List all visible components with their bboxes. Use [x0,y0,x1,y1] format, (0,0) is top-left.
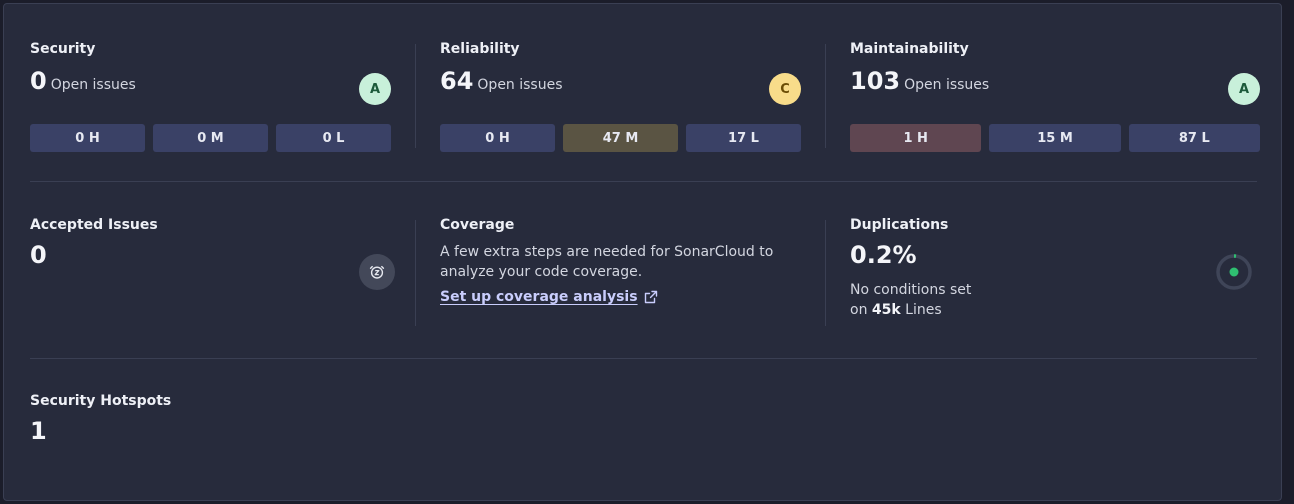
duplications-donut [1214,252,1254,292]
security-count-label: Open issues [50,77,136,93]
divider [415,44,416,148]
accepted-issues-title: Accepted Issues [30,217,158,233]
duplications-note-prefix: on [850,302,868,318]
security-hotspots-count[interactable]: 1 [30,416,47,446]
duplications-value-line: 0.2% [850,240,1260,270]
hotspots-row: Security Hotspots 1 [30,392,1257,452]
duplications-note-line1: No conditions set [850,282,972,298]
reliability-grade-badge[interactable]: C [769,73,801,105]
accepted-issues-card[interactable]: Accepted Issues 0 [30,216,395,336]
security-card[interactable]: Security 0 Open issues A 0 H 0 M 0 L [30,40,391,152]
maintainability-low-pill[interactable]: 87 L [1128,124,1260,152]
reliability-count-line: 64 Open issues [440,66,801,96]
accepted-issues-count[interactable]: 0 [30,240,47,270]
duplications-title: Duplications [850,217,949,233]
maintainability-count-line: 103 Open issues [850,66,1260,96]
duplications-value[interactable]: 0.2% [850,240,917,270]
setup-coverage-link[interactable]: Set up coverage analysis [440,289,658,305]
duplications-note-line2: on 45k Lines [850,300,1260,320]
metrics-row: Accepted Issues 0 Coverage A few extra s… [30,216,1257,336]
reliability-high-pill[interactable]: 0 H [440,124,555,152]
security-count-line: 0 Open issues [30,66,391,96]
duplications-note: No conditions set on 45k Lines [850,280,1260,320]
maintainability-count[interactable]: 103 [850,66,900,96]
duplications-lines-count: 45k [871,302,901,318]
maintainability-title: Maintainability [850,41,969,57]
maintainability-high-pill[interactable]: 1 H [850,124,982,152]
reliability-count-label: Open issues [477,77,563,93]
security-severity-pills: 0 H 0 M 0 L [30,124,391,152]
external-link-icon [644,290,657,304]
coverage-title: Coverage [440,217,515,233]
reliability-count[interactable]: 64 [440,66,473,96]
hotspots-count-line: 1 [30,416,395,446]
security-hotspots-card[interactable]: Security Hotspots 1 [30,392,395,452]
reliability-title: Reliability [440,41,520,57]
snooze-clock-icon [359,254,395,290]
coverage-description: A few extra steps are needed for SonarCl… [440,244,774,280]
security-title: Security [30,41,96,57]
measures-panel: Security 0 Open issues A 0 H 0 M 0 L Rel… [3,3,1282,501]
duplications-donut-center [1229,267,1239,277]
reliability-medium-pill[interactable]: 47 M [563,124,678,152]
issues-row: Security 0 Open issues A 0 H 0 M 0 L Rel… [30,40,1260,152]
setup-coverage-link-label[interactable]: Set up coverage analysis [440,289,638,305]
security-low-pill[interactable]: 0 L [276,124,391,152]
reliability-severity-pills: 0 H 47 M 17 L [440,124,801,152]
security-hotspots-title: Security Hotspots [30,393,172,409]
divider [825,44,826,148]
accepted-count-line: 0 [30,240,395,270]
duplications-lines-label: Lines [905,302,942,318]
maintainability-card[interactable]: Maintainability 103 Open issues A 1 H 15… [850,40,1260,152]
section-divider [30,181,1257,182]
coverage-link-wrap: Set up coverage analysis [440,286,801,305]
security-grade-badge[interactable]: A [359,73,391,105]
duplications-card[interactable]: Duplications 0.2% No conditions set on 4… [850,216,1260,336]
coverage-card: Coverage A few extra steps are needed fo… [440,216,801,336]
duplications-donut-chart [1216,254,1252,290]
security-count[interactable]: 0 [30,66,47,96]
security-high-pill[interactable]: 0 H [30,124,145,152]
maintainability-medium-pill[interactable]: 15 M [989,124,1121,152]
divider [415,220,416,326]
security-medium-pill[interactable]: 0 M [153,124,268,152]
reliability-card[interactable]: Reliability 64 Open issues C 0 H 47 M 17… [440,40,801,152]
divider [825,220,826,326]
section-divider [30,358,1257,359]
snooze-clock-icon-glyph [369,265,385,279]
maintainability-grade-badge[interactable]: A [1228,73,1260,105]
maintainability-count-label: Open issues [904,77,990,93]
reliability-low-pill[interactable]: 17 L [686,124,801,152]
maintainability-severity-pills: 1 H 15 M 87 L [850,124,1260,152]
